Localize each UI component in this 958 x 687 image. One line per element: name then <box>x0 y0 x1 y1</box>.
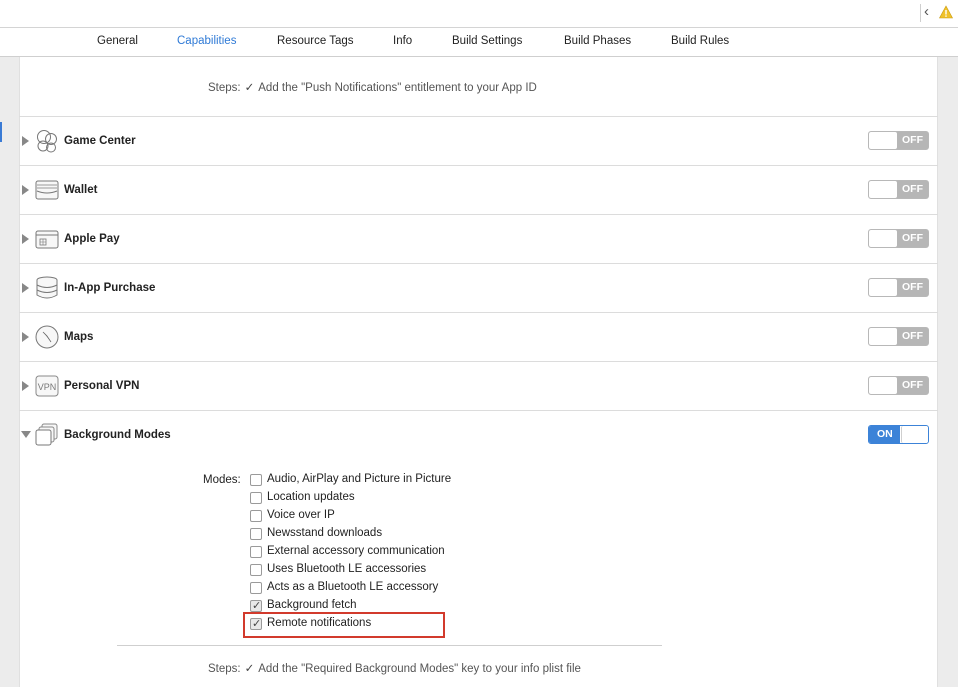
checkbox[interactable] <box>250 474 262 486</box>
disclosure-triangle-icon[interactable] <box>22 332 29 342</box>
checkmark-icon: ✓ <box>244 82 255 94</box>
top-toolbar: ‹ <box>0 0 958 28</box>
in-app-purchase-toggle[interactable]: OFF <box>868 278 929 297</box>
disclosure-triangle-icon[interactable] <box>22 136 29 146</box>
toggle-knob <box>869 181 897 198</box>
checkbox[interactable] <box>250 582 262 594</box>
capability-title-apple-pay: Apple Pay <box>64 233 120 245</box>
capability-title-personal-vpn: Personal VPN <box>64 380 140 392</box>
maps-toggle[interactable]: OFF <box>868 327 929 346</box>
vpn-icon: VPN <box>35 375 59 397</box>
vpn-icon-text: VPN <box>38 382 57 392</box>
checkmark-icon: ✓ <box>244 663 255 675</box>
tab-general[interactable]: General <box>97 35 138 47</box>
wallet-icon <box>35 180 59 200</box>
tab-build-phases[interactable]: Build Phases <box>564 35 631 47</box>
tab-build-settings[interactable]: Build Settings <box>452 35 522 47</box>
steps-label: Steps: <box>208 663 241 675</box>
game-center-toggle[interactable]: OFF <box>868 131 929 150</box>
push-steps: Steps: ✓ Add the "Push Notifications" enti… <box>208 80 537 94</box>
toggle-state: OFF <box>902 134 923 146</box>
disclosure-triangle-icon[interactable] <box>22 185 29 195</box>
capability-title-in-app-purchase: In-App Purchase <box>64 282 156 294</box>
tab-build-rules[interactable]: Build Rules <box>671 35 729 47</box>
maps-icon <box>35 325 59 349</box>
divider <box>19 214 938 215</box>
capability-title-wallet: Wallet <box>64 184 98 196</box>
background-modes-toggle[interactable]: ON <box>868 425 929 444</box>
divider <box>117 645 662 646</box>
warning-triangle-icon[interactable] <box>939 5 953 19</box>
steps-text: Add the "Push Notifications" entitlement… <box>258 82 537 94</box>
toggle-state: ON <box>877 428 893 440</box>
mode-label: Uses Bluetooth LE accessories <box>267 563 427 575</box>
divider <box>19 263 938 264</box>
toggle-state: OFF <box>902 232 923 244</box>
divider <box>19 410 938 411</box>
capability-title-background-modes: Background Modes <box>64 429 171 441</box>
mode-label: Newsstand downloads <box>267 527 383 539</box>
tab-info[interactable]: Info <box>393 35 412 47</box>
toggle-state: OFF <box>902 330 923 342</box>
toggle-knob <box>901 426 928 443</box>
wallet-toggle[interactable]: OFF <box>868 180 929 199</box>
mode-label: External accessory communication <box>267 545 445 557</box>
background-modes-steps: Steps: ✓ Add the "Required Background Mode… <box>208 661 581 675</box>
checkbox[interactable] <box>250 510 262 522</box>
checkbox[interactable] <box>250 546 262 558</box>
mode-label: Voice over IP <box>267 509 335 521</box>
apple-pay-toggle[interactable]: OFF <box>868 229 929 248</box>
mode-label: Background fetch <box>267 599 357 611</box>
checkbox[interactable] <box>250 564 262 576</box>
in-app-purchase-icon <box>36 276 58 299</box>
tab-capabilities[interactable]: Capabilities <box>177 35 236 47</box>
steps-label: Steps: <box>208 82 241 94</box>
apple-pay-icon <box>35 230 59 249</box>
chevron-left-icon[interactable]: ‹ <box>924 3 929 21</box>
toggle-knob <box>869 328 897 345</box>
divider <box>19 312 938 313</box>
disclosure-triangle-icon[interactable] <box>22 283 29 293</box>
mode-label: Acts as a Bluetooth LE accessory <box>267 581 439 593</box>
disclosure-triangle-icon[interactable] <box>22 381 29 391</box>
toggle-knob <box>869 230 897 247</box>
selection-marker <box>0 122 2 142</box>
divider <box>19 361 938 362</box>
tab-resource-tags[interactable]: Resource Tags <box>277 35 354 47</box>
divider <box>19 116 938 117</box>
toggle-state: OFF <box>902 183 923 195</box>
toolbar-separator <box>920 4 921 22</box>
toggle-knob <box>869 279 897 296</box>
toggle-state: OFF <box>902 379 923 391</box>
personal-vpn-toggle[interactable]: OFF <box>868 376 929 395</box>
checkbox[interactable] <box>250 492 262 504</box>
disclosure-triangle-icon[interactable] <box>21 431 31 438</box>
capability-title-game-center: Game Center <box>64 135 136 147</box>
editor-tab-bar: General Capabilities Resource Tags Info … <box>0 28 958 57</box>
capability-title-maps: Maps <box>64 331 94 343</box>
disclosure-triangle-icon[interactable] <box>22 234 29 244</box>
background-modes-icon <box>35 423 58 446</box>
mode-label: Audio, AirPlay and Picture in Picture <box>267 473 452 485</box>
divider <box>19 165 938 166</box>
toggle-state: OFF <box>902 281 923 293</box>
capabilities-panel <box>19 57 938 687</box>
toggle-knob <box>869 377 897 394</box>
modes-label: Modes: <box>203 474 241 486</box>
steps-text: Add the "Required Background Modes" key … <box>258 663 581 675</box>
checkbox[interactable] <box>250 528 262 540</box>
mode-label: Location updates <box>267 491 355 503</box>
annotation-highlight-box <box>243 612 445 638</box>
checkbox-checked[interactable] <box>250 599 262 612</box>
toggle-knob <box>869 132 897 149</box>
game-center-icon <box>37 130 57 153</box>
